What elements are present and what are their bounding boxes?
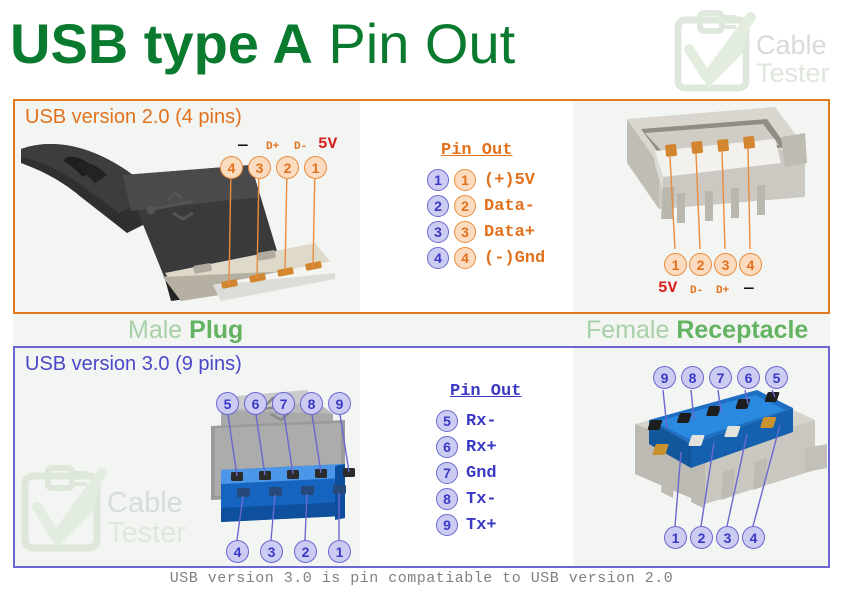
male-plug-label: Male Plug — [128, 314, 243, 346]
usb2-pin-row-1: 1 1 (+)5V — [427, 167, 545, 193]
usb2-plug-signal-5v: 5V — [318, 135, 338, 153]
usb2-receptacle-signal-dplus: D+ — [716, 285, 730, 297]
usb2-pinout-table: Pin Out 1 1 (+)5V 2 2 Data- 3 3 Data+ 4 … — [427, 141, 545, 271]
usb2-pin-row-3: 3 3 Data+ — [427, 219, 545, 245]
usb2-pinout-title: Pin Out — [441, 141, 513, 160]
usb3-pin-circle-7: 7 — [436, 462, 458, 484]
usb2-pin-label-3: Data+ — [484, 222, 536, 242]
usb2-pin-circle-blue-4: 4 — [427, 247, 449, 269]
female-receptacle-label-light: Female — [586, 316, 677, 344]
cable-tester-watermark: Cable Tester — [17, 460, 189, 556]
usb2-pin-circle-orange-3: 3 — [454, 221, 476, 243]
usb2-plug-photo-column — [15, 101, 360, 312]
usb3-heading: USB version 3.0 (9 pins) — [25, 353, 242, 375]
usb2-pin-circle-blue-2: 2 — [427, 195, 449, 217]
usb2-receptacle-callout-4: 4 — [739, 253, 762, 276]
usb3-receptacle-callout-7: 7 — [709, 366, 732, 389]
usb2-receptacle-signal-dminus: D- — [690, 285, 704, 297]
usb2-pin-circle-blue-3: 3 — [427, 221, 449, 243]
usb2-plug-signal-gnd: — — [238, 136, 248, 154]
usb2-pin-circle-orange-2: 2 — [454, 195, 476, 217]
usb3-pin-row-5: 5 Rx- — [436, 408, 521, 434]
usb3-pin-label-8: Tx- — [466, 489, 497, 509]
logo-text-tester: Tester — [756, 58, 830, 88]
usb3-receptacle-callout-8: 8 — [681, 366, 704, 389]
usb3-plug-callout-1: 1 — [328, 540, 351, 563]
usb2-pin-label-4: (-)Gnd — [484, 248, 546, 268]
usb3-pin-circle-6: 6 — [436, 436, 458, 458]
usb3-pin-circle-5: 5 — [436, 410, 458, 432]
male-plug-label-bold: Plug — [189, 316, 244, 344]
footer-note: USB version 3.0 is pin compatiable to US… — [169, 570, 674, 587]
logo-text-cable: Cable — [756, 30, 827, 60]
usb3-plug-callout-4: 4 — [226, 540, 249, 563]
usb3-pin-circle-9: 9 — [436, 514, 458, 536]
usb3-pin-circle-8: 8 — [436, 488, 458, 510]
usb2-pin-row-2: 2 2 Data- — [427, 193, 545, 219]
watermark-text-tester: Tester — [107, 517, 186, 549]
usb3-pin-row-7: 7 Gnd — [436, 460, 521, 486]
usb3-plug-callout-9: 9 — [328, 392, 351, 415]
usb2-plug-signal-dminus: D- — [294, 141, 308, 153]
usb3-pin-label-9: Tx+ — [466, 515, 497, 535]
page-title-light: Pin Out — [312, 12, 516, 75]
usb3-plug-callout-6: 6 — [244, 392, 267, 415]
page-title: USB type A Pin Out — [10, 8, 515, 80]
usb3-plug-callout-3: 3 — [260, 540, 283, 563]
usb3-receptacle-callout-4: 4 — [742, 526, 765, 549]
male-plug-label-light: Male — [128, 316, 190, 344]
usb2-panel: USB version 2.0 (4 pins) — D+ D- 5V 4 3 … — [13, 99, 830, 314]
usb2-receptacle-signal-5v: 5V — [658, 279, 678, 297]
usb3-receptacle-callout-5: 5 — [765, 366, 788, 389]
usb3-plug-callout-8: 8 — [300, 392, 323, 415]
usb3-plug-callout-2: 2 — [294, 540, 317, 563]
usb3-pin-row-6: 6 Rx+ — [436, 434, 521, 460]
usb3-pinout-title: Pin Out — [450, 382, 522, 401]
usb2-plug-signal-dplus: D+ — [266, 141, 280, 153]
usb3-plug-callout-5: 5 — [216, 392, 239, 415]
usb2-plug-callout-3: 3 — [248, 156, 271, 179]
usb2-plug-callout-1: 1 — [304, 156, 327, 179]
usb2-plug-callout-4: 4 — [220, 156, 243, 179]
usb3-panel: USB version 3.0 (9 pins) Cable Tester 5 … — [13, 346, 830, 568]
usb2-pin-circle-blue-1: 1 — [427, 169, 449, 191]
cable-tester-watermark-svg: Cable Tester — [21, 465, 186, 552]
usb3-plug-callout-7: 7 — [272, 392, 295, 415]
usb3-receptacle-callout-9: 9 — [653, 366, 676, 389]
usb3-pin-row-8: 8 Tx- — [436, 486, 521, 512]
page-header: USB type A Pin Out Cable Tester — [0, 0, 843, 92]
female-receptacle-label-bold: Receptacle — [676, 316, 809, 344]
usb2-pin-circle-orange-1: 1 — [454, 169, 476, 191]
usb2-receptacle-photo-column — [573, 101, 828, 312]
usb2-receptacle-callout-2: 2 — [689, 253, 712, 276]
usb3-pin-label-7: Gnd — [466, 463, 497, 483]
usb3-pin-label-6: Rx+ — [466, 437, 497, 457]
usb2-heading: USB version 2.0 (4 pins) — [25, 106, 242, 128]
usb3-receptacle-callout-3: 3 — [716, 526, 739, 549]
usb2-pin-label-1: (+)5V — [484, 170, 536, 190]
usb2-pin-circle-orange-4: 4 — [454, 247, 476, 269]
usb2-pin-row-4: 4 4 (-)Gnd — [427, 245, 545, 271]
usb3-pinout-table: Pin Out 5 Rx- 6 Rx+ 7 Gnd 8 Tx- 9 Tx+ — [436, 382, 521, 538]
page-title-bold: USB type A — [10, 12, 313, 75]
usb3-receptacle-callout-2: 2 — [690, 526, 713, 549]
usb3-receptacle-callout-6: 6 — [737, 366, 760, 389]
watermark-text-cable: Cable — [107, 487, 183, 519]
usb3-receptacle-callout-1: 1 — [664, 526, 687, 549]
usb3-pin-row-9: 9 Tx+ — [436, 512, 521, 538]
usb2-receptacle-signal-gnd: — — [744, 279, 754, 297]
connector-type-label-strip: Male Plug Female Receptacle — [13, 314, 830, 346]
usb2-pin-label-2: Data- — [484, 196, 536, 216]
cable-tester-logo: Cable Tester — [672, 6, 832, 92]
usb2-receptacle-callout-1: 1 — [664, 253, 687, 276]
usb2-receptacle-callout-3: 3 — [714, 253, 737, 276]
usb3-pin-label-5: Rx- — [466, 411, 497, 431]
usb2-plug-callout-2: 2 — [276, 156, 299, 179]
female-receptacle-label: Female Receptacle — [586, 314, 808, 346]
cable-tester-logo-svg: Cable Tester — [674, 10, 830, 92]
